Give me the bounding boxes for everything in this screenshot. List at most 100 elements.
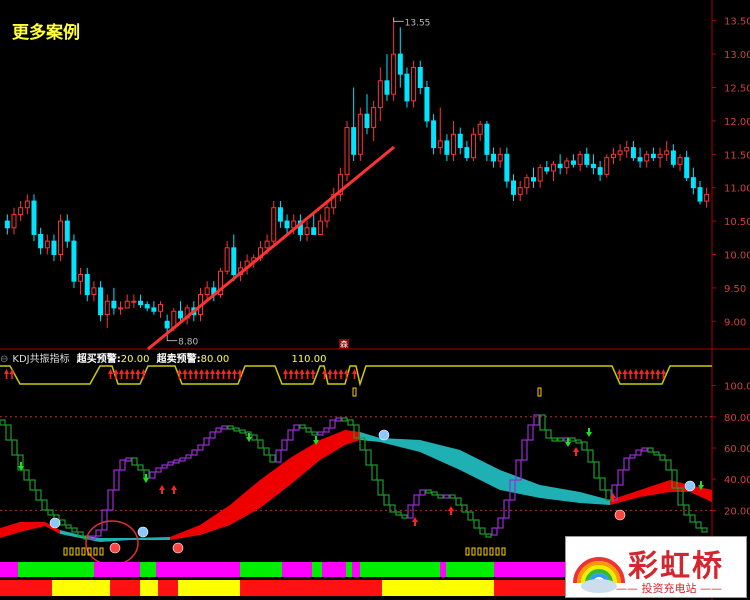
candle-down	[144, 304, 150, 309]
kdj-step-bar	[299, 424, 306, 429]
kdj-step-bar	[701, 527, 708, 533]
kdj-step-bar	[173, 459, 180, 464]
blue-ball-marker	[684, 480, 696, 492]
buy-arrow-icon	[210, 369, 215, 379]
kdj-step-bar	[551, 437, 558, 442]
kdj-step-bar	[281, 439, 288, 451]
kdj-step-bar	[113, 469, 120, 491]
buy-arrow-icon	[119, 369, 124, 379]
candle-down	[670, 150, 676, 165]
oversold-label: 超卖预警:	[156, 354, 201, 365]
kdj-step-bar	[395, 511, 402, 516]
trend-band-segment	[346, 562, 352, 577]
kdj-step-bar	[29, 479, 36, 491]
kdj-step-bar	[95, 529, 102, 537]
price-tick-label: 13.50	[724, 17, 750, 28]
overbought-label: 超买预警:	[76, 354, 121, 365]
candle-down	[38, 233, 44, 249]
price-tick-label: 12.50	[724, 83, 750, 94]
kdj-step-bar	[365, 449, 372, 466]
buy-arrow-icon	[9, 369, 15, 379]
candle-up	[657, 153, 663, 159]
candle-up	[664, 150, 670, 155]
buy-arrow-icon	[644, 369, 650, 379]
kdj-step-bar	[221, 425, 228, 430]
logo-subtitle: —— 投资充电站 ——	[616, 582, 722, 595]
kdj-step-bar	[179, 457, 186, 462]
kdj-step-bar	[461, 504, 468, 513]
candle-down	[511, 180, 517, 195]
price-tick-label: 12.00	[724, 117, 750, 128]
candle-down	[690, 177, 696, 189]
kdj-step-bar	[437, 494, 444, 499]
trend-band-segment	[322, 562, 346, 577]
buy-arrow-icon	[294, 369, 299, 379]
kdj-step-bar	[293, 424, 300, 431]
candle-down	[151, 307, 157, 312]
signal-box	[99, 547, 104, 556]
kdj-step-bar	[569, 437, 576, 442]
kdj-step-bar	[107, 489, 114, 511]
ind-tick-label: 40.00	[724, 475, 750, 486]
indicator-current-value: 110.00	[291, 354, 327, 365]
candle-up	[44, 240, 50, 249]
kdj-step-bar	[0, 419, 6, 426]
candle-down	[4, 220, 10, 229]
signal-box	[93, 547, 98, 556]
kdj-step-bar	[5, 424, 12, 441]
candle-down	[424, 86, 430, 122]
candle-up	[564, 160, 570, 169]
buy-arrow-icon	[221, 369, 226, 379]
candle-up	[471, 133, 477, 159]
candle-up	[158, 304, 164, 312]
stock-chart: 13.50 13.00 12.50 12.00 11.50 11.00 10.50 10.00…	[0, 0, 750, 600]
logo-brand: 彩虹桥	[628, 549, 724, 584]
candle-up	[497, 153, 503, 162]
event-marker-char: 森	[340, 339, 348, 349]
buy-arrow-icon	[159, 485, 165, 494]
price-tick-label: 10.00	[724, 250, 750, 261]
candle-up	[264, 240, 270, 249]
kdj-step-bar	[215, 427, 222, 433]
buy-arrow-icon	[226, 369, 232, 379]
kdj-step-bar	[503, 499, 510, 519]
kdj-step-bar	[149, 471, 156, 479]
candle-down	[557, 163, 563, 169]
candle-down	[417, 66, 423, 88]
high-pointer	[393, 17, 404, 22]
buy-arrow-icon	[182, 369, 188, 379]
candle-up	[477, 123, 483, 135]
candle-up	[324, 207, 330, 222]
kdj-step-bar	[407, 504, 414, 519]
buy-arrow-icon	[650, 369, 655, 379]
kdj-step-bar	[485, 533, 492, 538]
trend-band-segment	[352, 562, 360, 577]
candle-up	[577, 153, 583, 165]
kdj-step-bar	[695, 521, 702, 529]
kdj-step-bar	[377, 479, 384, 496]
buy-arrow-icon	[628, 369, 633, 379]
buy-arrow-icon	[188, 369, 193, 379]
kdj-step-bar	[653, 451, 660, 456]
trend-band-segment	[165, 562, 240, 577]
candle-up	[377, 80, 383, 109]
signal-box	[483, 547, 488, 556]
kdj-step-bar	[599, 477, 606, 491]
candle-up	[304, 227, 310, 235]
kdj-step-bar	[473, 519, 480, 529]
trend-band-segment	[94, 562, 140, 577]
kdj-step-bar	[311, 431, 318, 436]
kdj-step-bar	[605, 489, 612, 501]
indicator-name[interactable]: KDJ共振指标	[12, 354, 69, 365]
indicator-collapse-icon[interactable]: ⊖	[0, 354, 8, 365]
trend-band-segment	[156, 562, 165, 577]
candle-down	[351, 127, 357, 155]
kdj-step-bar	[371, 464, 378, 481]
blue-ball-marker	[137, 526, 149, 538]
kdj-step-bar	[335, 417, 342, 422]
kdj-step-bar	[233, 427, 240, 432]
buy-arrow-icon	[655, 369, 661, 379]
kdj-step-bar	[425, 489, 432, 494]
kdj-step-bar	[23, 469, 30, 481]
kdj-step-bar	[383, 494, 390, 506]
